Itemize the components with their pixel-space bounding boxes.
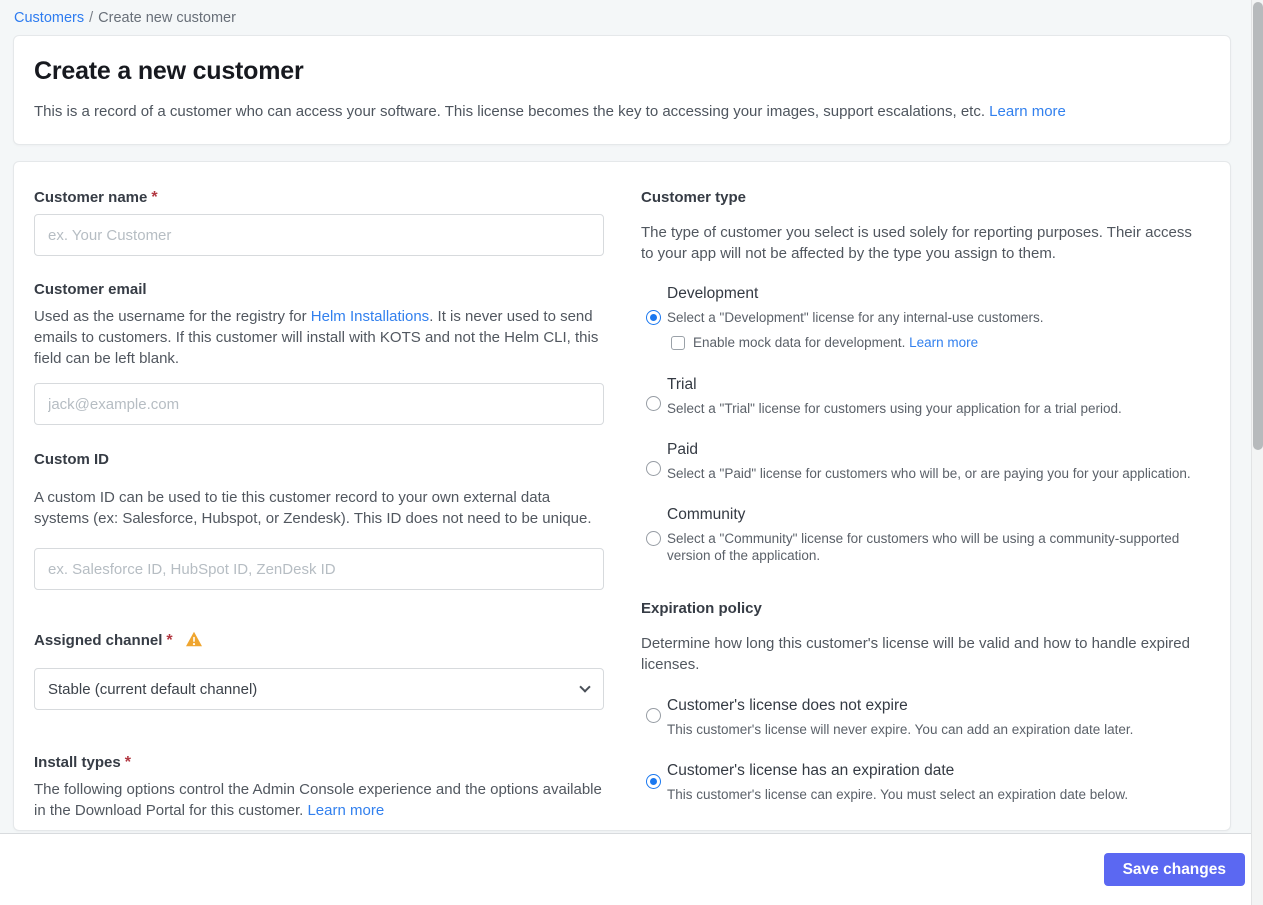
- install-types-label: Install types: [34, 754, 121, 771]
- expiration-option-no-expire: Customer's license does not expire This …: [641, 697, 1197, 738]
- customer-type-option-trial: Trial Select a "Trial" license for custo…: [641, 376, 1197, 417]
- customer-name-label: Customer name: [34, 189, 148, 206]
- customer-type-label: Customer type: [641, 189, 747, 206]
- option-title: Trial: [667, 376, 697, 393]
- customer-email-input[interactable]: [34, 383, 604, 425]
- install-types-learn-more-link[interactable]: Learn more: [307, 802, 384, 819]
- page-title: Create a new customer: [34, 57, 304, 85]
- custom-id-input[interactable]: [34, 548, 604, 590]
- customer-form-card: Customer name* Customer email Used as th…: [13, 161, 1231, 831]
- scrollbar[interactable]: [1251, 0, 1263, 905]
- radio-trial[interactable]: [646, 396, 661, 411]
- customer-email-description: Used as the username for the registry fo…: [34, 308, 599, 367]
- radio-development[interactable]: [646, 310, 661, 325]
- customer-email-field: Customer email Used as the username for …: [34, 281, 604, 425]
- mock-data-learn-more-link[interactable]: Learn more: [909, 335, 978, 350]
- required-asterisk: *: [166, 632, 173, 649]
- mock-data-checkbox[interactable]: [671, 335, 685, 350]
- assigned-channel-label: Assigned channel: [34, 632, 163, 649]
- option-description: Select a "Community" license for custome…: [667, 531, 1180, 563]
- expiration-policy-description: Determine how long this customer's licen…: [641, 635, 1190, 673]
- customer-name-field: Customer name *: [34, 189, 604, 256]
- expiration-policy-label: Expiration policy: [641, 600, 762, 617]
- assigned-channel-select[interactable]: Stable (current default channel): [34, 668, 604, 710]
- warning-icon: [185, 631, 203, 652]
- required-asterisk: *: [124, 754, 131, 771]
- breadcrumb-separator: /: [89, 10, 94, 26]
- scrollbar-thumb[interactable]: [1253, 2, 1263, 450]
- option-description: This customer's license can expire. You …: [667, 787, 1129, 802]
- page-header-card: Create a new customer This is a record o…: [13, 35, 1231, 145]
- customer-email-label: Customer email: [34, 281, 147, 298]
- custom-id-field: Custom ID A custom ID can be used to tie…: [34, 451, 604, 590]
- breadcrumb-current: Create new customer: [98, 10, 236, 26]
- option-description: Select a "Development" license for any i…: [667, 310, 1044, 325]
- customer-type-option-development: Development Select a "Development" licen…: [641, 285, 1197, 350]
- form-left-column: Customer name* Customer email Used as th…: [34, 189, 604, 819]
- mock-data-row: Enable mock data for development. Learn …: [671, 335, 1197, 350]
- install-types-description: The following options control the Admin …: [34, 781, 602, 819]
- radio-paid[interactable]: [646, 461, 661, 476]
- custom-id-description: A custom ID can be used to tie this cust…: [34, 489, 592, 527]
- option-description: Select a "Trial" license for customers u…: [667, 401, 1122, 416]
- option-description: This customer's license will never expir…: [667, 722, 1134, 737]
- assigned-channel-field: Assigned channel * Stable (current defaul…: [34, 631, 604, 710]
- customer-type-option-community: Community Select a "Community" license f…: [641, 506, 1197, 564]
- expiration-option-has-expiration: Customer's license has an expiration dat…: [641, 762, 1197, 803]
- install-types-field: Install types * The following options con…: [34, 754, 604, 821]
- option-title: Customer's license does not expire: [667, 697, 908, 714]
- form-footer-bar: Save changes: [0, 833, 1263, 905]
- option-title: Paid: [667, 441, 699, 458]
- option-title: Development: [667, 285, 759, 302]
- page-description: This is a record of a customer who can a…: [34, 103, 1066, 120]
- header-learn-more-link[interactable]: Learn more: [989, 103, 1066, 120]
- customer-name-input[interactable]: [34, 214, 604, 256]
- required-asterisk: *: [151, 189, 158, 206]
- form-right-column: Customer type The type of customer you s…: [641, 189, 1197, 803]
- page: Customers / Create new customer Create a n…: [0, 0, 1251, 905]
- customer-type-description: The type of customer you select is used …: [641, 224, 1192, 262]
- custom-id-label: Custom ID: [34, 451, 109, 468]
- radio-community[interactable]: [646, 531, 661, 546]
- radio-license-does-not-expire[interactable]: [646, 708, 661, 723]
- customer-type-option-paid: Paid Select a "Paid" license for custome…: [641, 441, 1197, 482]
- option-description: Select a "Paid" license for customers wh…: [667, 466, 1191, 481]
- save-changes-button[interactable]: Save changes: [1103, 853, 1245, 886]
- option-title: Customer's license has an expiration dat…: [667, 762, 955, 779]
- breadcrumb: Customers / Create new customer: [0, 0, 1251, 26]
- radio-license-has-expiration[interactable]: [646, 774, 661, 789]
- mock-data-label: Enable mock data for development. Learn …: [693, 335, 979, 350]
- option-title: Community: [667, 506, 746, 523]
- breadcrumb-customers-link[interactable]: Customers: [14, 10, 84, 26]
- helm-installations-link[interactable]: Helm Installations: [311, 308, 429, 325]
